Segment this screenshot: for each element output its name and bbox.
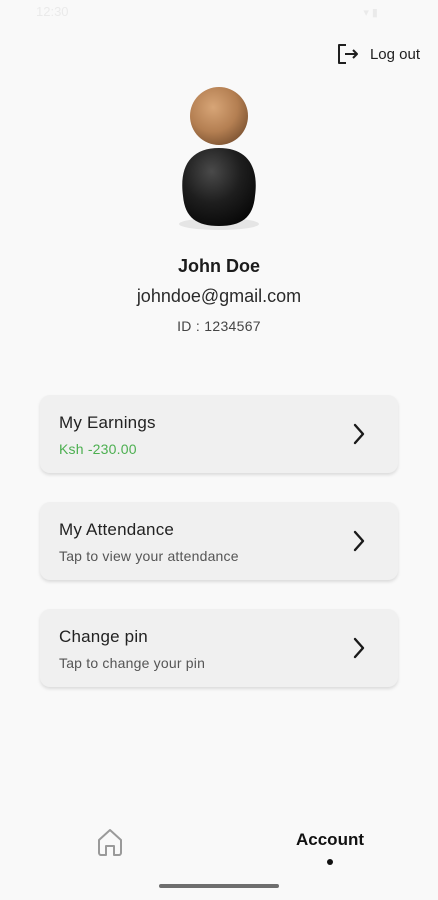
card-subtitle: Tap to view your attendance bbox=[59, 548, 239, 564]
gesture-navigation-bar[interactable] bbox=[159, 884, 279, 888]
earnings-amount: Ksh -230.00 bbox=[59, 441, 137, 457]
status-time: 12:30 bbox=[36, 4, 69, 19]
my-earnings-card[interactable]: My Earnings Ksh -230.00 bbox=[40, 395, 398, 473]
chevron-right-icon bbox=[352, 530, 366, 557]
logout-label: Log out bbox=[369, 45, 420, 63]
person-avatar-icon bbox=[171, 86, 267, 234]
status-bar: 12:30 ▾ ▮ bbox=[0, 0, 438, 26]
profile-email: johndoe@gmail.com bbox=[136, 286, 302, 306]
active-tab-indicator bbox=[327, 859, 333, 865]
card-title: My Attendance bbox=[59, 520, 175, 539]
tab-account-label: Account bbox=[296, 830, 364, 849]
home-icon[interactable] bbox=[94, 826, 126, 858]
chevron-right-icon bbox=[352, 423, 366, 450]
profile-name: John Doe bbox=[177, 256, 260, 276]
logout-arrow-icon bbox=[336, 42, 360, 66]
card-subtitle: Tap to change your pin bbox=[59, 655, 206, 671]
profile-id: ID : 1234567 bbox=[177, 318, 261, 334]
tab-account[interactable]: Account bbox=[290, 830, 370, 865]
my-attendance-card[interactable]: My Attendance Tap to view your attendanc… bbox=[40, 502, 398, 580]
chevron-right-icon bbox=[352, 637, 366, 664]
card-title: Change pin bbox=[59, 627, 148, 646]
logout-button[interactable]: Log out bbox=[336, 42, 420, 66]
change-pin-card[interactable]: Change pin Tap to change your pin bbox=[40, 609, 398, 687]
status-icons: ▾ ▮ bbox=[363, 7, 378, 19]
card-title: My Earnings bbox=[59, 413, 156, 432]
